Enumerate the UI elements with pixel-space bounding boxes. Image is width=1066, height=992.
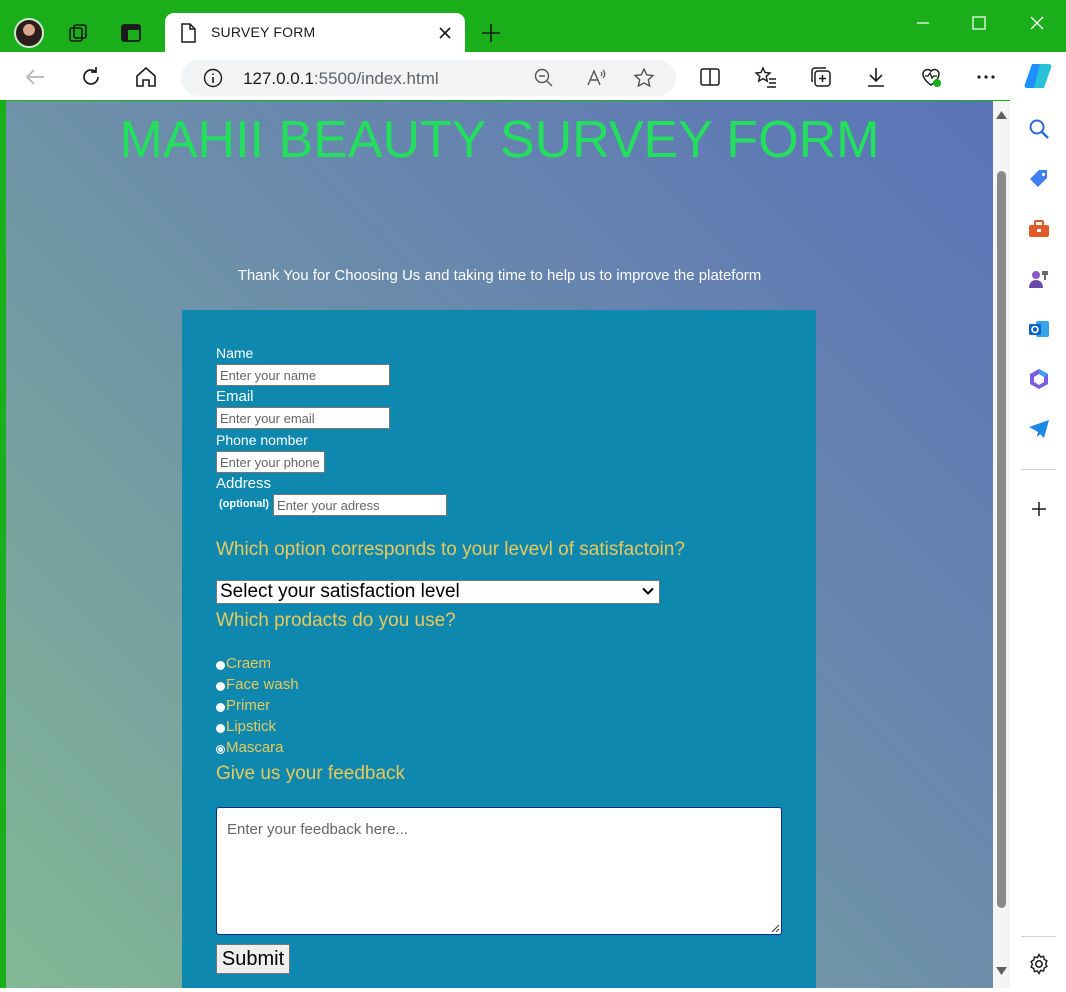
scroll-down-icon[interactable] — [996, 967, 1007, 975]
close-window-icon[interactable] — [1014, 8, 1060, 38]
outlook-icon[interactable] — [1027, 317, 1051, 341]
browser-toolbar: 127.0.0.1:5500/index.html — [0, 52, 1066, 100]
resize-grip-icon[interactable] — [771, 924, 780, 933]
product-option-label: Craem — [226, 655, 272, 672]
refresh-icon[interactable] — [78, 64, 104, 90]
products-question: Which prodacts do you use? — [216, 610, 456, 631]
read-aloud-icon[interactable] — [585, 67, 607, 89]
url-text[interactable]: 127.0.0.1:5500/index.html — [243, 69, 439, 89]
page-icon — [181, 23, 196, 43]
page-subtitle: Thank You for Choosing Us and taking tim… — [237, 267, 762, 284]
radio-button[interactable] — [216, 703, 225, 712]
feedback-textarea[interactable] — [216, 807, 782, 935]
collections-icon[interactable] — [809, 65, 833, 89]
scroll-up-icon[interactable] — [996, 111, 1007, 119]
feedback-question: Give us your feedback — [216, 763, 406, 784]
product-option-label: Mascara — [226, 739, 284, 756]
zoom-out-icon[interactable] — [533, 67, 555, 89]
chevron-down-icon — [642, 587, 654, 595]
scroll-thumb[interactable] — [997, 171, 1006, 908]
address-optional-note: (optional) — [219, 498, 270, 510]
split-screen-icon[interactable] — [698, 65, 722, 89]
phone-label: Phone nomber — [216, 432, 308, 448]
active-tab[interactable]: SURVEY FORM — [165, 13, 465, 53]
minimize-icon[interactable] — [900, 8, 946, 38]
sidebar-divider — [1021, 936, 1056, 937]
product-option-label: Face wash — [226, 676, 299, 693]
url-host: 127.0.0.1 — [243, 69, 314, 88]
address-input[interactable] — [273, 494, 447, 516]
name-label: Name — [216, 345, 254, 361]
satisfaction-select[interactable]: Select your satisfaction level — [216, 580, 660, 604]
url-path: :5500/index.html — [313, 69, 439, 88]
telegram-send-icon[interactable] — [1027, 417, 1051, 441]
edge-sidebar — [1010, 100, 1066, 992]
radio-button[interactable] — [216, 661, 225, 670]
tab-actions-icon[interactable] — [118, 20, 144, 46]
radio-button[interactable] — [216, 724, 225, 733]
games-icon[interactable] — [1027, 267, 1051, 291]
product-option-label: Primer — [226, 697, 271, 714]
page-scrollbar[interactable] — [993, 101, 1010, 988]
home-icon[interactable] — [133, 64, 159, 90]
add-icon[interactable] — [1027, 497, 1051, 521]
email-label: Email — [216, 388, 254, 405]
phone-input[interactable] — [216, 451, 325, 473]
downloads-icon[interactable] — [864, 65, 888, 89]
window-frame-bottom — [0, 988, 1010, 992]
radio-button[interactable] — [216, 745, 225, 754]
satisfaction-selected-value: Select your satisfaction level — [220, 581, 460, 602]
tab-title: SURVEY FORM — [211, 24, 316, 40]
page-viewport: MAHII BEAUTY SURVEY FORM Thank You for C… — [6, 101, 993, 988]
page-title: MAHII BEAUTY SURVEY FORM — [119, 111, 880, 169]
name-input[interactable] — [216, 364, 390, 386]
settings-gear-icon[interactable] — [1027, 952, 1051, 976]
email-input[interactable] — [216, 407, 390, 429]
survey-form: Name Email Phone nomber Address (optiona… — [182, 310, 816, 988]
favorites-icon[interactable] — [754, 65, 778, 89]
sidebar-divider — [1021, 469, 1056, 470]
search-icon[interactable] — [1027, 117, 1051, 141]
maximize-icon[interactable] — [956, 8, 1002, 38]
new-tab-icon[interactable] — [478, 20, 504, 46]
radio-button[interactable] — [216, 682, 225, 691]
shopping-tag-icon[interactable] — [1027, 167, 1051, 191]
workspaces-icon[interactable] — [66, 20, 92, 46]
address-label: Address — [216, 475, 272, 492]
submit-button[interactable]: Submit — [216, 944, 290, 974]
profile-avatar[interactable] — [14, 18, 44, 48]
info-icon[interactable] — [202, 67, 224, 89]
favorite-star-icon[interactable] — [633, 67, 655, 89]
browser-title-bar: SURVEY FORM — [0, 0, 1066, 53]
tools-toolbox-icon[interactable] — [1027, 217, 1051, 241]
satisfaction-question: Which option corresponds to your levevl … — [216, 539, 685, 560]
browser-essentials-icon[interactable] — [919, 65, 943, 89]
product-option-label: Lipstick — [226, 718, 277, 735]
back-icon[interactable] — [23, 64, 49, 90]
copilot-icon[interactable] — [1022, 60, 1054, 92]
microsoft-365-icon[interactable] — [1027, 367, 1051, 391]
close-tab-icon[interactable] — [435, 23, 455, 43]
more-options-icon[interactable] — [974, 65, 998, 89]
address-bar[interactable]: 127.0.0.1:5500/index.html — [181, 60, 676, 96]
